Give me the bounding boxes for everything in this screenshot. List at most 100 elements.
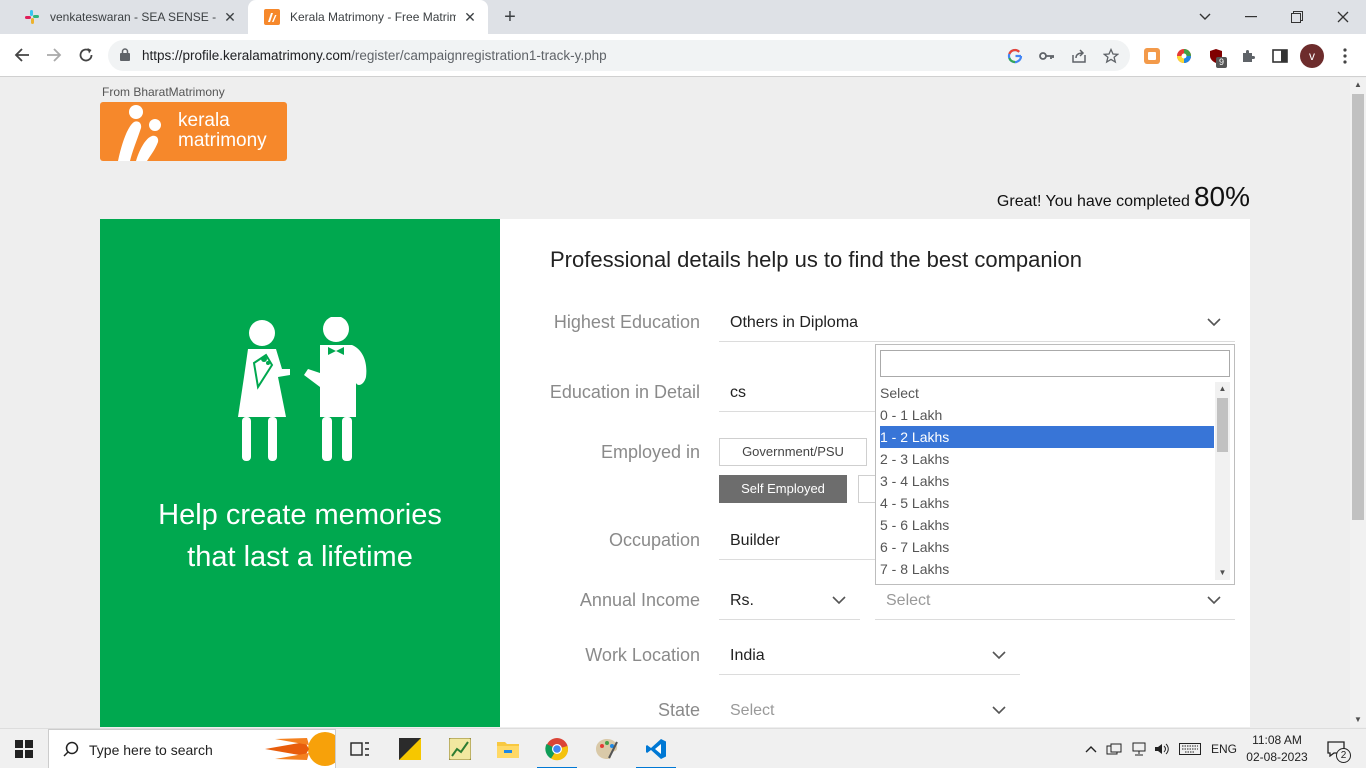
extension-badge: 9 bbox=[1216, 57, 1228, 68]
employed-in-label: Employed in bbox=[600, 442, 700, 462]
income-option[interactable]: 7 - 8 Lakhs bbox=[880, 558, 1214, 580]
progress-text: Great! You have completed bbox=[996, 193, 1190, 210]
tab-slack[interactable]: venkateswaran - SEA SENSE - Sla ✕ bbox=[8, 0, 248, 34]
income-dropdown-search-input[interactable] bbox=[880, 350, 1230, 377]
highest-education-select[interactable]: Others in Diploma bbox=[719, 306, 1235, 342]
bookmark-star-icon[interactable] bbox=[1102, 47, 1120, 65]
browser-toolbar: https://profile.keralamatrimony.com/regi… bbox=[0, 34, 1366, 77]
task-view-icon bbox=[350, 742, 369, 756]
notification-count-badge: 2 bbox=[1336, 748, 1351, 763]
volume-icon[interactable] bbox=[1152, 729, 1172, 768]
back-button[interactable] bbox=[8, 41, 36, 69]
key-icon[interactable] bbox=[1038, 47, 1056, 65]
dropdown-scrollbar[interactable]: ▲ ▼ bbox=[1215, 382, 1230, 580]
new-tab-button[interactable]: + bbox=[498, 4, 522, 30]
color-picker-extension-icon[interactable] bbox=[1175, 47, 1193, 65]
scroll-up-arrow-icon[interactable]: ▲ bbox=[1350, 78, 1366, 92]
sticky-notes-app[interactable] bbox=[386, 729, 434, 768]
scroll-down-arrow-icon[interactable]: ▼ bbox=[1350, 713, 1366, 727]
language-indicator[interactable]: ENG bbox=[1208, 729, 1240, 768]
show-hidden-icons-button[interactable] bbox=[1080, 729, 1102, 768]
couple-logo-icon bbox=[118, 105, 161, 161]
income-currency-value: Rs. bbox=[730, 592, 754, 609]
lock-icon bbox=[120, 48, 130, 66]
close-tab-icon[interactable]: ✕ bbox=[462, 9, 478, 26]
taskbar: Type here to search ENG 11:08 AM 02-08-2… bbox=[0, 728, 1366, 768]
scroll-up-arrow-icon[interactable]: ▲ bbox=[1215, 382, 1230, 396]
state-value: Select bbox=[730, 702, 775, 719]
reload-button[interactable] bbox=[72, 41, 100, 69]
chrome-app[interactable] bbox=[533, 729, 581, 768]
tagline-line-2: that last a lifetime bbox=[187, 541, 413, 573]
taskbar-search-placeholder: Type here to search bbox=[89, 742, 213, 758]
minimize-icon[interactable] bbox=[1228, 0, 1274, 34]
address-bar[interactable]: https://profile.keralamatrimony.com/regi… bbox=[108, 40, 1130, 71]
income-option-highlighted[interactable]: 1 - 2 Lakhs bbox=[880, 426, 1214, 448]
forward-arrow-icon bbox=[47, 48, 62, 62]
side-panel-icon[interactable] bbox=[1271, 47, 1289, 65]
notification-center-button[interactable]: 2 bbox=[1318, 729, 1354, 768]
income-option[interactable]: 6 - 7 Lakhs bbox=[880, 536, 1214, 558]
tab-search-chevron-icon[interactable] bbox=[1182, 0, 1228, 34]
restore-icon[interactable] bbox=[1274, 0, 1320, 34]
people-tray-icon[interactable] bbox=[1104, 729, 1124, 768]
url-text: https://profile.keralamatrimony.com/regi… bbox=[142, 48, 607, 63]
windows-logo-icon bbox=[15, 740, 33, 758]
paint-palette-icon bbox=[596, 739, 618, 759]
spreadsheet-chart-icon bbox=[449, 738, 471, 760]
slack-icon bbox=[24, 9, 40, 25]
network-icon[interactable] bbox=[1128, 729, 1150, 768]
file-explorer-app[interactable] bbox=[484, 729, 532, 768]
forward-button[interactable] bbox=[40, 41, 68, 69]
state-select[interactable]: Select bbox=[719, 694, 1020, 727]
page-scrollbar[interactable]: ▲ ▼ bbox=[1350, 78, 1366, 727]
form-heading: Professional details help us to find the… bbox=[550, 247, 1082, 272]
reload-icon bbox=[79, 48, 93, 62]
income-option[interactable]: Select bbox=[880, 382, 1214, 404]
chart-app[interactable] bbox=[436, 729, 484, 768]
vscode-icon bbox=[646, 739, 666, 759]
work-location-select[interactable]: India bbox=[719, 639, 1020, 675]
tab-strip: venkateswaran - SEA SENSE - Sla ✕ Kerala… bbox=[0, 0, 1366, 34]
scroll-down-arrow-icon[interactable]: ▼ bbox=[1215, 566, 1230, 580]
logo-text-kerala: kerala bbox=[178, 110, 230, 131]
paint-app[interactable] bbox=[583, 729, 631, 768]
dropdown-scroll-thumb[interactable] bbox=[1217, 398, 1228, 452]
profile-avatar[interactable]: v bbox=[1300, 44, 1324, 68]
couple-illustration-icon bbox=[238, 317, 367, 461]
clock-time: 11:08 AM bbox=[1252, 733, 1302, 747]
chevron-down-icon bbox=[1207, 318, 1221, 327]
page-scroll-thumb[interactable] bbox=[1352, 94, 1364, 520]
task-view-button[interactable] bbox=[336, 729, 384, 768]
kerala-matrimony-logo[interactable]: kerala matrimony bbox=[100, 102, 287, 161]
income-option[interactable]: 0 - 1 Lakh bbox=[880, 404, 1214, 426]
income-option[interactable]: 4 - 5 Lakhs bbox=[880, 492, 1214, 514]
employed-government-button[interactable]: Government/PSU bbox=[719, 438, 867, 466]
from-label: From BharatMatrimony bbox=[102, 85, 225, 99]
chevron-down-icon bbox=[992, 706, 1006, 715]
clock-date: 02-08-2023 bbox=[1246, 750, 1308, 764]
education-detail-label: Education in Detail bbox=[549, 382, 700, 402]
work-location-value: India bbox=[730, 647, 765, 664]
back-arrow-icon bbox=[14, 48, 29, 62]
employed-self-button[interactable]: Self Employed bbox=[719, 475, 847, 503]
close-window-icon[interactable] bbox=[1320, 0, 1366, 34]
income-currency-select[interactable]: Rs. bbox=[719, 584, 860, 620]
share-icon[interactable] bbox=[1070, 47, 1088, 65]
start-button[interactable] bbox=[0, 729, 48, 768]
tab-kerala-matrimony[interactable]: Kerala Matrimony - Free Matrimo ✕ bbox=[248, 0, 488, 34]
income-option[interactable]: 3 - 4 Lakhs bbox=[880, 470, 1214, 492]
taskbar-clock[interactable]: 11:08 AM 02-08-2023 bbox=[1245, 732, 1309, 766]
extensions-puzzle-icon[interactable] bbox=[1239, 47, 1257, 65]
income-range-select[interactable]: Select bbox=[875, 584, 1235, 620]
income-option[interactable]: 2 - 3 Lakhs bbox=[880, 448, 1214, 470]
keyboard-icon[interactable] bbox=[1176, 729, 1204, 768]
taskbar-search-box[interactable]: Type here to search bbox=[48, 729, 336, 768]
browser-menu-icon[interactable] bbox=[1336, 47, 1354, 65]
vscode-app[interactable] bbox=[632, 729, 680, 768]
google-translate-icon[interactable] bbox=[1006, 47, 1024, 65]
chrome-icon bbox=[545, 738, 569, 761]
income-option[interactable]: 5 - 6 Lakhs bbox=[880, 514, 1214, 536]
extension-orange-icon[interactable] bbox=[1143, 47, 1161, 65]
close-tab-icon[interactable]: ✕ bbox=[222, 9, 238, 26]
